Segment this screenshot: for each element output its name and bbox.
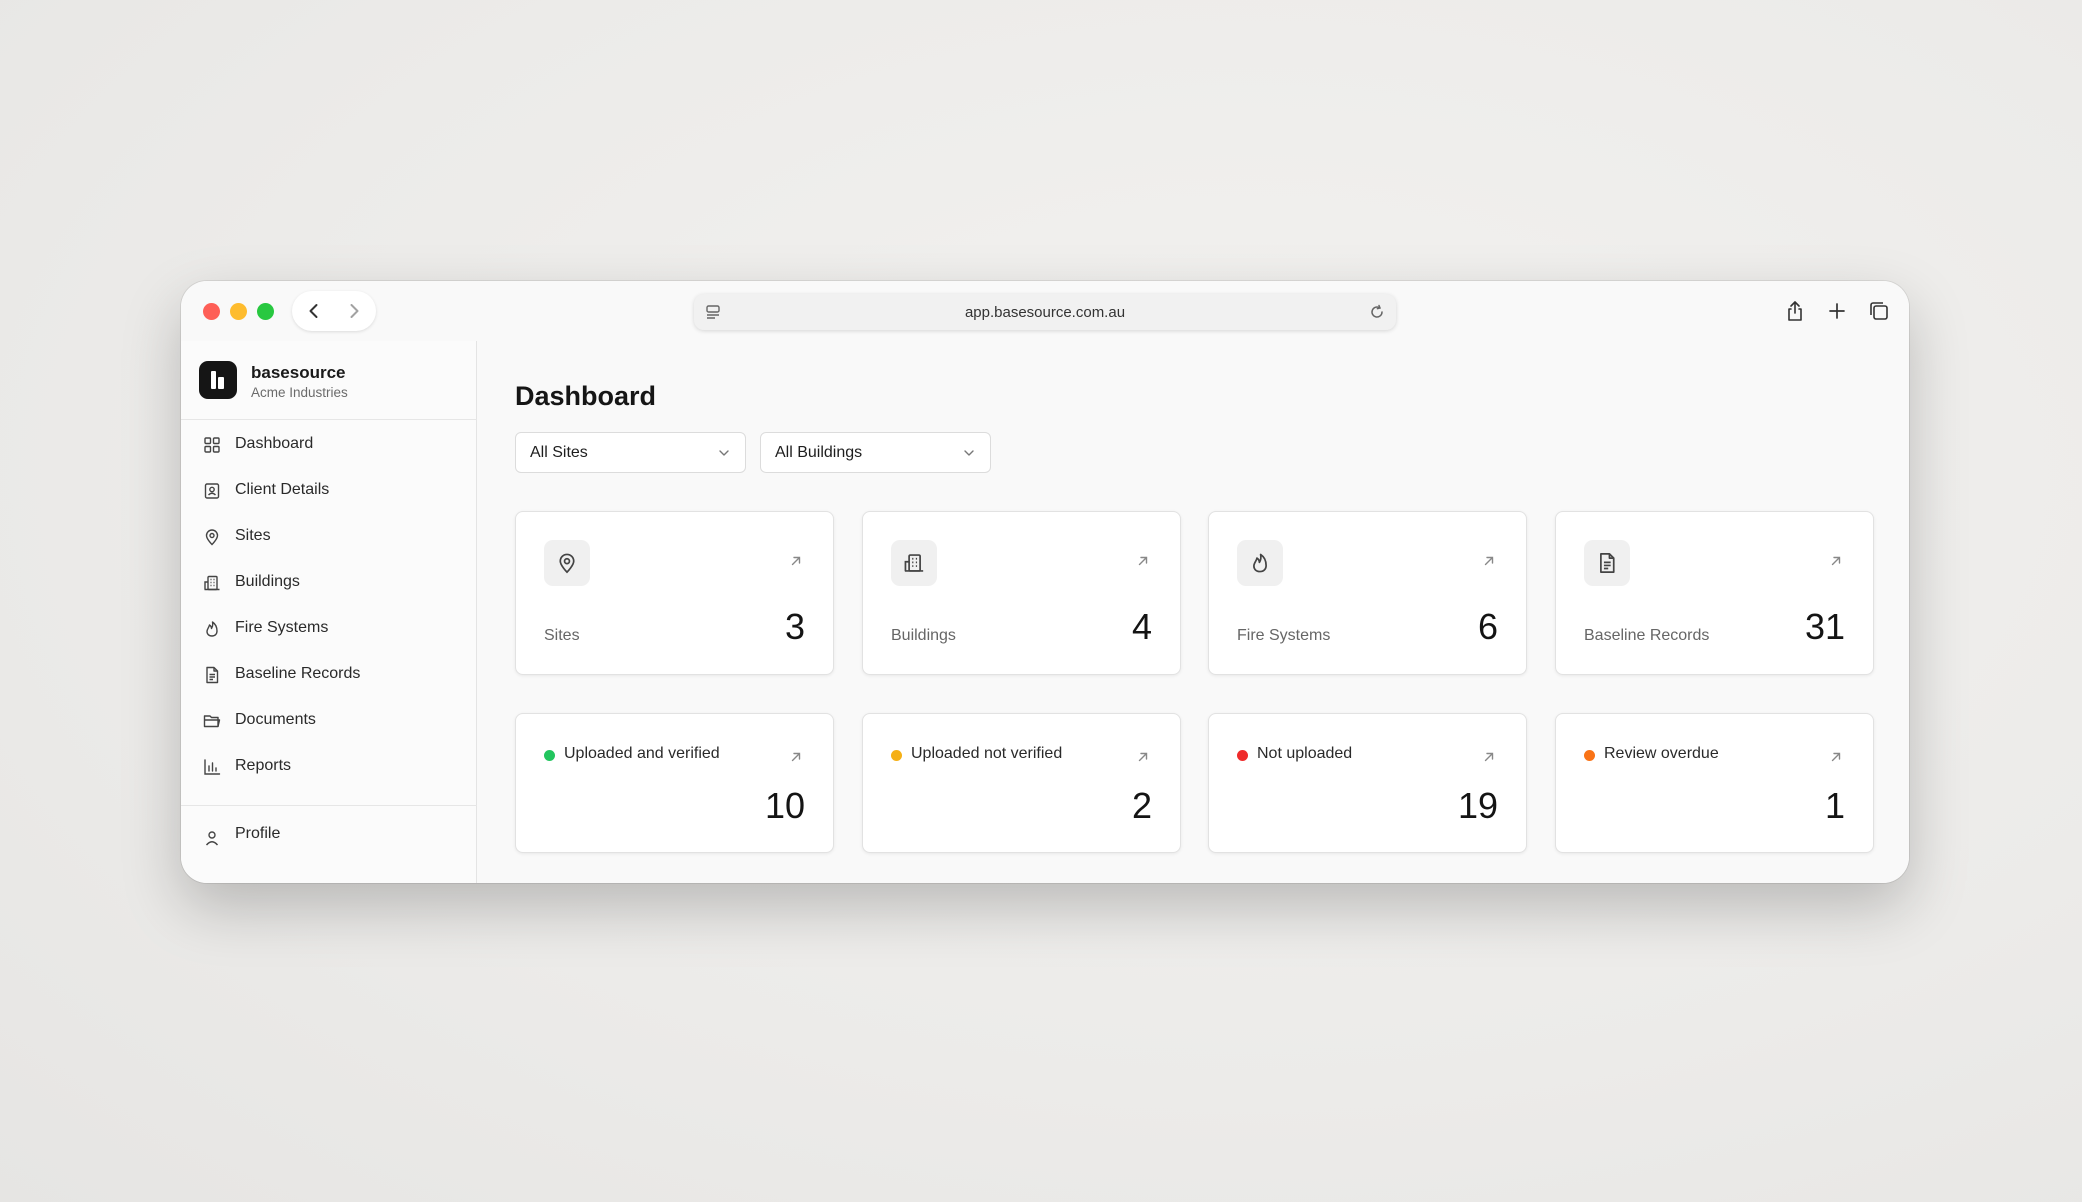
status-label: Uploaded not verified bbox=[911, 745, 1063, 762]
arrow-up-right-icon[interactable] bbox=[1482, 750, 1496, 764]
arrow-up-right-icon[interactable] bbox=[1136, 750, 1150, 764]
sidebar-item-fire-systems[interactable]: Fire Systems bbox=[199, 613, 459, 643]
browser-toolbar: app.basesource.com.au bbox=[181, 281, 1909, 341]
sidebar-item-dashboard[interactable]: Dashboard bbox=[199, 429, 459, 459]
sidebar-item-baseline-records[interactable]: Baseline Records bbox=[199, 659, 459, 689]
status-value: 19 bbox=[1457, 785, 1498, 826]
sidebar-divider bbox=[181, 419, 477, 420]
chevron-right-icon[interactable] bbox=[344, 301, 364, 321]
flame-icon bbox=[1253, 553, 1267, 573]
stat-value: 6 bbox=[1477, 606, 1498, 647]
sidebar-item-reports[interactable]: Reports bbox=[199, 751, 459, 781]
status-dot bbox=[544, 750, 555, 761]
history-nav bbox=[292, 291, 376, 331]
sidebar-item-label: Baseline Records bbox=[235, 665, 361, 682]
chevron-down-icon bbox=[964, 450, 974, 456]
browser-window: app.basesource.com.au basesource Acme In… bbox=[181, 281, 1909, 883]
status-dot bbox=[891, 750, 902, 761]
flame-icon bbox=[206, 621, 218, 637]
minimize-window-button[interactable] bbox=[230, 303, 247, 320]
status-label: Uploaded and verified bbox=[564, 745, 720, 762]
status-value: 1 bbox=[1824, 785, 1845, 826]
stat-value: 31 bbox=[1804, 606, 1845, 647]
building-icon bbox=[204, 575, 220, 591]
page-title: Dashboard bbox=[515, 381, 657, 411]
arrow-up-right-icon[interactable] bbox=[1829, 750, 1843, 764]
stat-value: 4 bbox=[1131, 606, 1152, 647]
status-value: 2 bbox=[1131, 785, 1152, 826]
building-filter-select[interactable]: All Buildings bbox=[760, 432, 991, 473]
sidebar-item-label: Sites bbox=[235, 527, 271, 544]
reload-icon[interactable] bbox=[1368, 303, 1386, 321]
stat-card-buildings[interactable]: Buildings 4 bbox=[862, 511, 1181, 675]
arrow-up-right-icon[interactable] bbox=[789, 750, 803, 764]
sidebar-item-label: Client Details bbox=[235, 481, 330, 498]
sidebar-item-label: Reports bbox=[235, 757, 292, 774]
main-content: Dashboard All Sites All Buildings Sites … bbox=[477, 341, 1909, 883]
stat-label: Fire Systems bbox=[1237, 627, 1331, 644]
brand-name: basesource bbox=[251, 363, 346, 382]
map-pin-icon bbox=[205, 529, 219, 546]
bar-chart-icon bbox=[204, 759, 221, 775]
sidebar-item-profile[interactable]: Profile bbox=[199, 819, 459, 849]
sidebar-item-label: Fire Systems bbox=[235, 619, 329, 636]
basesource-logo-icon bbox=[199, 361, 237, 399]
status-label: Review overdue bbox=[1604, 745, 1719, 762]
stat-value: 3 bbox=[784, 606, 805, 647]
stat-label: Baseline Records bbox=[1584, 627, 1710, 644]
status-dot bbox=[1237, 750, 1248, 761]
stat-card-sites[interactable]: Sites 3 bbox=[515, 511, 834, 675]
sidebar-item-label: Buildings bbox=[235, 573, 300, 590]
sidebar-item-label: Profile bbox=[235, 825, 281, 842]
new-tab-icon[interactable] bbox=[1825, 299, 1849, 323]
address-bar[interactable]: app.basesource.com.au bbox=[694, 294, 1396, 330]
status-dot bbox=[1584, 750, 1595, 761]
file-text-icon bbox=[1600, 552, 1615, 574]
status-value: 10 bbox=[764, 785, 805, 826]
user-icon bbox=[205, 831, 219, 846]
building-icon bbox=[904, 554, 924, 572]
status-card-uploaded-not-verified[interactable]: Uploaded not verified 2 bbox=[862, 713, 1181, 853]
sidebar-divider bbox=[181, 805, 477, 806]
site-filter-select[interactable]: All Sites bbox=[515, 432, 746, 473]
tab-overview-icon[interactable] bbox=[1867, 299, 1891, 323]
folder-icon bbox=[203, 715, 221, 728]
sidebar-item-label: Dashboard bbox=[235, 435, 314, 452]
status-label: Not uploaded bbox=[1257, 745, 1353, 762]
sidebar-item-documents[interactable]: Documents bbox=[199, 705, 459, 735]
stat-card-fire-systems[interactable]: Fire Systems 6 bbox=[1208, 511, 1527, 675]
arrow-up-right-icon[interactable] bbox=[1829, 554, 1843, 568]
sidebar: basesource Acme Industries Dashboard Cli… bbox=[181, 341, 477, 883]
chevron-down-icon bbox=[719, 450, 729, 456]
close-window-button[interactable] bbox=[203, 303, 220, 320]
stat-card-baseline-records[interactable]: Baseline Records 31 bbox=[1555, 511, 1874, 675]
grid-icon bbox=[204, 437, 220, 453]
map-pin-icon bbox=[559, 553, 575, 574]
arrow-up-right-icon[interactable] bbox=[1482, 554, 1496, 568]
sidebar-item-sites[interactable]: Sites bbox=[199, 521, 459, 551]
stat-icon-box bbox=[544, 540, 590, 586]
arrow-up-right-icon[interactable] bbox=[789, 554, 803, 568]
share-icon[interactable] bbox=[1783, 299, 1807, 323]
sidebar-item-label: Documents bbox=[235, 711, 316, 728]
zoom-window-button[interactable] bbox=[257, 303, 274, 320]
chevron-left-icon[interactable] bbox=[304, 301, 324, 321]
site-filter-value: All Sites bbox=[530, 444, 588, 461]
status-card-review-overdue[interactable]: Review overdue 1 bbox=[1555, 713, 1874, 853]
sidebar-item-client-details[interactable]: Client Details bbox=[199, 475, 459, 505]
stat-label: Sites bbox=[544, 627, 580, 644]
status-card-not-uploaded[interactable]: Not uploaded 19 bbox=[1208, 713, 1527, 853]
stat-icon-box bbox=[1237, 540, 1283, 586]
contact-card-icon bbox=[204, 483, 220, 499]
stat-label: Buildings bbox=[891, 627, 956, 644]
file-text-icon bbox=[206, 666, 219, 684]
arrow-up-right-icon[interactable] bbox=[1136, 554, 1150, 568]
stat-icon-box bbox=[891, 540, 937, 586]
stat-icon-box bbox=[1584, 540, 1630, 586]
brand-subtitle: Acme Industries bbox=[251, 385, 348, 400]
status-card-uploaded-verified[interactable]: Uploaded and verified 10 bbox=[515, 713, 834, 853]
sidebar-item-buildings[interactable]: Buildings bbox=[199, 567, 459, 597]
building-filter-value: All Buildings bbox=[775, 444, 863, 461]
url-text[interactable]: app.basesource.com.au bbox=[694, 304, 1396, 321]
